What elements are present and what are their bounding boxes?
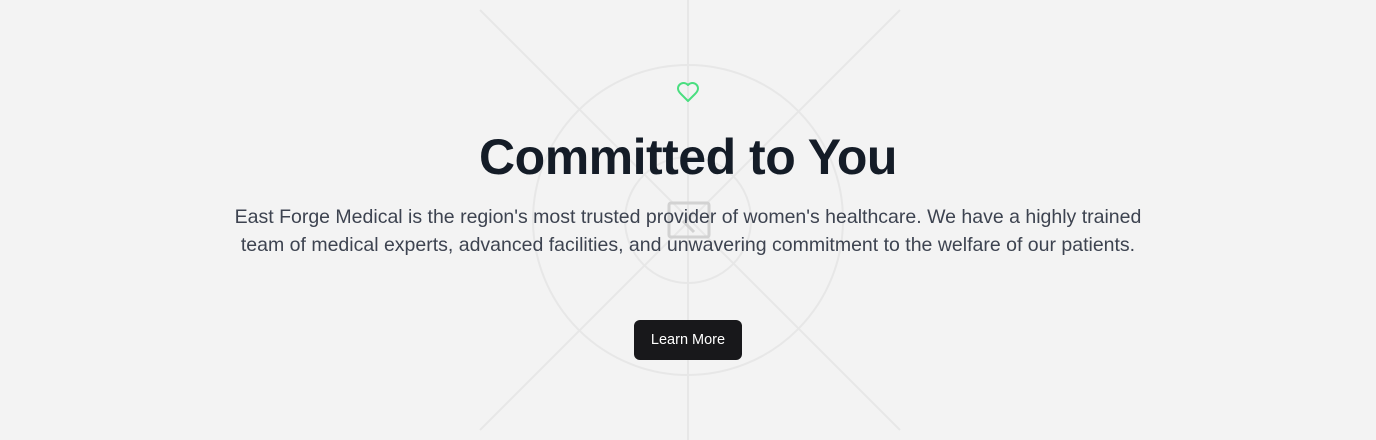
hero-content: Committed to You East Forge Medical is t… [0,0,1376,440]
learn-more-button[interactable]: Learn More [634,320,742,360]
hero-description: East Forge Medical is the region's most … [234,206,1142,256]
hero-section: Committed to You East Forge Medical is t… [0,0,1376,440]
heart-icon [677,82,699,102]
hero-title: Committed to You [479,129,897,185]
